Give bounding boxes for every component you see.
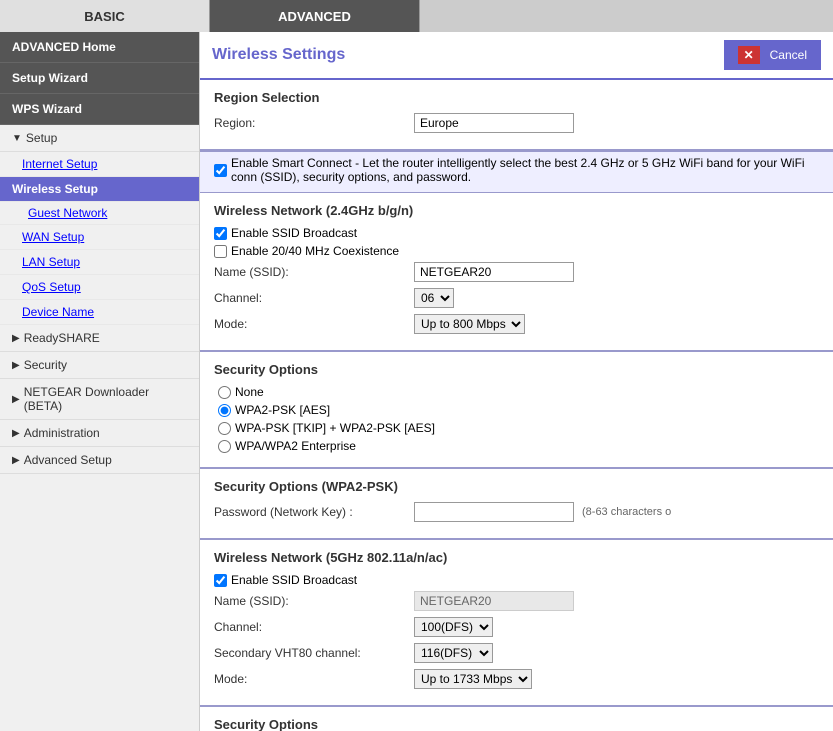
smart-connect-row: Enable Smart Connect - Let the router in… — [200, 151, 833, 193]
sidebar-section-readyshare[interactable]: ▶ ReadySHARE — [0, 325, 199, 352]
ssid-5g-row: Name (SSID): — [214, 591, 819, 611]
secondary-vht80-row: Secondary VHT80 channel: 116(DFS) 104(DF… — [214, 643, 819, 663]
password-input[interactable] — [414, 502, 574, 522]
ssid-24-row: Name (SSID): — [214, 262, 819, 282]
smart-connect-text: Enable Smart Connect - Let the router in… — [231, 156, 819, 184]
sidebar-section-netgear-downloader[interactable]: ▶ NETGEAR Downloader (BETA) — [0, 379, 199, 420]
security-enterprise-radio[interactable] — [218, 440, 231, 453]
tab-basic[interactable]: BASIC — [0, 0, 210, 32]
sidebar-section-advanced-setup[interactable]: ▶ Advanced Setup — [0, 447, 199, 474]
sidebar-item-guest-network[interactable]: Guest Network — [0, 202, 199, 225]
sidebar-section-security[interactable]: ▶ Security — [0, 352, 199, 379]
sidebar-item-device-name[interactable]: Device Name — [0, 300, 199, 325]
sidebar-section-setup[interactable]: ▼ Setup — [0, 125, 199, 152]
sidebar: ADVANCED Home Setup Wizard WPS Wizard ▼ … — [0, 32, 200, 731]
mode-5g-select[interactable]: Up to 1733 Mbps Up to 867 Mbps — [414, 669, 532, 689]
password-row: Password (Network Key) : (8-63 character… — [214, 502, 819, 522]
enable-ssid-5g-label[interactable]: Enable SSID Broadcast — [214, 573, 819, 587]
channel-5g-row: Channel: 100(DFS) 36 40 44 149 — [214, 617, 819, 637]
security-wpa2-section: Security Options (WPA2-PSK) Password (Ne… — [200, 469, 833, 540]
security-none-radio[interactable] — [218, 386, 231, 399]
ssid-5g-label: Name (SSID): — [214, 594, 414, 608]
enable-2040-checkbox[interactable] — [214, 245, 227, 258]
ssid-24-input[interactable] — [414, 262, 574, 282]
region-input[interactable] — [414, 113, 574, 133]
sidebar-item-internet-setup[interactable]: Internet Setup — [0, 152, 199, 177]
password-note: (8-63 characters o — [582, 506, 671, 518]
mode-5g-row: Mode: Up to 1733 Mbps Up to 867 Mbps — [214, 669, 819, 689]
security-options-24-section: Security Options None WPA2-PSK [AES] WPA… — [200, 352, 833, 469]
wireless-24-section: Wireless Network (2.4GHz b/g/n) Enable S… — [200, 193, 833, 352]
region-label: Region: — [214, 116, 414, 130]
ssid-24-label: Name (SSID): — [214, 265, 414, 279]
setup-arrow-icon: ▼ — [12, 133, 22, 144]
channel-24-row: Channel: 06 01 02 11 — [214, 288, 819, 308]
security-wpa2-aes-radio[interactable] — [218, 404, 231, 417]
advanced-setup-arrow-icon: ▶ — [12, 455, 20, 466]
tab-advanced-label: ADVANCED — [278, 9, 351, 24]
sidebar-section-administration[interactable]: ▶ Administration — [0, 420, 199, 447]
wireless-5g-title: Wireless Network (5GHz 802.11a/n/ac) — [214, 550, 819, 565]
mode-24-row: Mode: Up to 800 Mbps Up to 400 Mbps — [214, 314, 819, 334]
sidebar-item-qos-setup[interactable]: QoS Setup — [0, 275, 199, 300]
cancel-button[interactable]: ✕ Cancel — [724, 40, 821, 70]
cancel-label: Cancel — [770, 48, 807, 62]
mode-24-label: Mode: — [214, 317, 414, 331]
enable-2040-label[interactable]: Enable 20/40 MHz Coexistence — [214, 244, 819, 258]
content-header: Wireless Settings ✕ Cancel — [200, 32, 833, 80]
channel-5g-label: Channel: — [214, 620, 414, 634]
security-arrow-icon: ▶ — [12, 360, 20, 371]
sidebar-item-setup-wizard[interactable]: Setup Wizard — [0, 63, 199, 94]
channel-24-label: Channel: — [214, 291, 414, 305]
secondary-vht80-select[interactable]: 116(DFS) 104(DFS) 108(DFS) 112(DFS) — [414, 643, 493, 663]
enable-ssid-5g-checkbox[interactable] — [214, 574, 227, 587]
tab-advanced[interactable]: ADVANCED — [210, 0, 420, 32]
region-section-title: Region Selection — [214, 90, 819, 105]
mode-24-select[interactable]: Up to 800 Mbps Up to 400 Mbps — [414, 314, 525, 334]
enable-ssid-24-checkbox[interactable] — [214, 227, 227, 240]
enable-2040-text: Enable 20/40 MHz Coexistence — [231, 244, 399, 258]
administration-arrow-icon: ▶ — [12, 428, 20, 439]
enable-ssid-24-label[interactable]: Enable SSID Broadcast — [214, 226, 819, 240]
wireless-24-title: Wireless Network (2.4GHz b/g/n) — [214, 203, 819, 218]
secondary-vht80-label: Secondary VHT80 channel: — [214, 646, 414, 660]
netgear-downloader-arrow-icon: ▶ — [12, 394, 20, 405]
sidebar-item-wireless-setup[interactable]: Wireless Setup — [0, 177, 199, 202]
wireless-5g-section: Wireless Network (5GHz 802.11a/n/ac) Ena… — [200, 540, 833, 707]
security-none-label[interactable]: None — [214, 385, 819, 399]
security-options-list: None WPA2-PSK [AES] WPA-PSK [TKIP] + WPA… — [214, 385, 819, 457]
smart-connect-checkbox[interactable] — [214, 164, 227, 177]
sidebar-item-lan-setup[interactable]: LAN Setup — [0, 250, 199, 275]
sidebar-item-advanced-home[interactable]: ADVANCED Home — [0, 32, 199, 63]
sidebar-item-wan-setup[interactable]: WAN Setup — [0, 225, 199, 250]
channel-5g-select[interactable]: 100(DFS) 36 40 44 149 — [414, 617, 493, 637]
enable-ssid-5g-text: Enable SSID Broadcast — [231, 573, 357, 587]
enable-ssid-24-text: Enable SSID Broadcast — [231, 226, 357, 240]
security-options-5g-title: Security Options — [214, 717, 819, 731]
security-wpa2-aes-label[interactable]: WPA2-PSK [AES] — [214, 403, 819, 417]
security-wpa-tkip-label[interactable]: WPA-PSK [TKIP] + WPA2-PSK [AES] — [214, 421, 819, 435]
tab-basic-label: BASIC — [84, 9, 124, 24]
page-title: Wireless Settings — [212, 46, 345, 64]
security-options-5g-section: Security Options — [200, 707, 833, 731]
region-section: Region Selection Region: — [200, 80, 833, 151]
mode-5g-label: Mode: — [214, 672, 414, 686]
content-area: Wireless Settings ✕ Cancel Region Select… — [200, 32, 833, 731]
security-wpa2-title: Security Options (WPA2-PSK) — [214, 479, 819, 494]
security-wpa-tkip-radio[interactable] — [218, 422, 231, 435]
readyshare-arrow-icon: ▶ — [12, 333, 20, 344]
cancel-x-icon: ✕ — [738, 46, 760, 64]
smart-connect-label[interactable]: Enable Smart Connect - Let the router in… — [214, 156, 819, 184]
ssid-5g-input[interactable] — [414, 591, 574, 611]
sidebar-item-wps-wizard[interactable]: WPS Wizard — [0, 94, 199, 125]
security-enterprise-label[interactable]: WPA/WPA2 Enterprise — [214, 439, 819, 453]
security-options-24-title: Security Options — [214, 362, 819, 377]
password-label: Password (Network Key) : — [214, 505, 414, 519]
channel-24-select[interactable]: 06 01 02 11 — [414, 288, 454, 308]
region-row: Region: — [214, 113, 819, 133]
